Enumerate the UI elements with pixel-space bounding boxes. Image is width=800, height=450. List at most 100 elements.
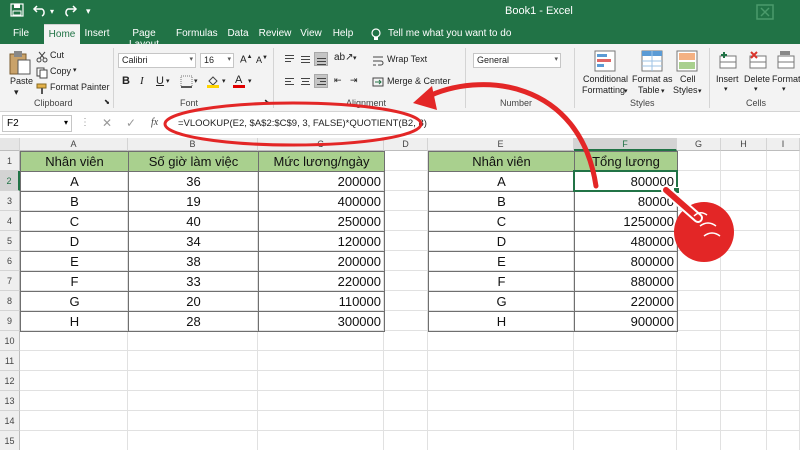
- cell-b6[interactable]: 38: [128, 251, 259, 272]
- cell-a5[interactable]: D: [20, 231, 129, 252]
- column-header-c[interactable]: C: [258, 138, 384, 151]
- row-header-5[interactable]: 5: [0, 231, 20, 251]
- cell-e3[interactable]: B: [428, 191, 575, 212]
- row-header-3[interactable]: 3: [0, 191, 20, 211]
- cell-styles-icon[interactable]: [676, 50, 698, 77]
- font-color-icon[interactable]: A: [232, 73, 246, 93]
- undo-dropdown-icon[interactable]: ▾: [50, 7, 54, 16]
- cell-e8[interactable]: G: [428, 291, 575, 312]
- select-all-corner[interactable]: [0, 138, 20, 151]
- cell-a4[interactable]: C: [20, 211, 129, 232]
- cell-b4[interactable]: 40: [128, 211, 259, 232]
- underline-button[interactable]: U: [156, 75, 164, 87]
- cell-f5[interactable]: 480000: [574, 231, 678, 252]
- cell-a3[interactable]: B: [20, 191, 129, 212]
- table-label[interactable]: Table: [638, 85, 660, 95]
- increase-indent-icon[interactable]: ⇥: [350, 75, 358, 86]
- fill-color-dropdown-icon[interactable]: ▾: [222, 77, 226, 85]
- undo-icon[interactable]: [32, 3, 48, 20]
- cell-e4[interactable]: C: [428, 211, 575, 232]
- cell-b1[interactable]: Số giờ làm việc: [128, 151, 259, 172]
- conditional-formatting-icon[interactable]: [594, 50, 616, 77]
- tell-me-search[interactable]: Tell me what you want to do: [388, 24, 528, 44]
- column-header-i[interactable]: I: [767, 138, 800, 151]
- orientation-icon[interactable]: ab↗: [334, 52, 354, 63]
- cell-c1[interactable]: Mức lương/ngày: [258, 151, 385, 172]
- formatting-label[interactable]: Formatting: [582, 85, 625, 95]
- orientation-dropdown-icon[interactable]: ▾: [353, 54, 357, 62]
- tab-view[interactable]: View: [298, 24, 324, 44]
- paste-label[interactable]: Paste: [10, 76, 33, 86]
- delete-cells-icon[interactable]: [748, 50, 768, 75]
- merge-center-icon[interactable]: [372, 75, 384, 93]
- conditional-label[interactable]: Conditional: [583, 74, 628, 84]
- format-painter-label[interactable]: Format Painter: [50, 82, 110, 92]
- cell-f1[interactable]: Tổng lương: [574, 151, 678, 172]
- decrease-font-icon[interactable]: A▼: [256, 55, 268, 65]
- italic-button[interactable]: I: [140, 75, 144, 87]
- column-header-a[interactable]: A: [20, 138, 128, 151]
- tab-review[interactable]: Review: [258, 24, 292, 44]
- format-dropdown-icon[interactable]: ▾: [782, 85, 786, 93]
- cut-label[interactable]: Cut: [50, 50, 64, 60]
- cell-f7[interactable]: 880000: [574, 271, 678, 292]
- cell-c8[interactable]: 110000: [258, 291, 385, 312]
- cell-f3[interactable]: 80000: [574, 191, 678, 212]
- cell-b2[interactable]: 36: [128, 171, 259, 192]
- insert-cells-icon[interactable]: [718, 50, 738, 75]
- bold-button[interactable]: B: [122, 75, 130, 87]
- cell-c6[interactable]: 200000: [258, 251, 385, 272]
- underline-dropdown-icon[interactable]: ▾: [166, 77, 170, 85]
- column-header-g[interactable]: G: [677, 138, 721, 151]
- format-label[interactable]: Format: [772, 74, 800, 84]
- middle-align-button[interactable]: [298, 52, 312, 66]
- column-header-f[interactable]: F: [574, 138, 677, 151]
- bottom-align-button[interactable]: [314, 52, 328, 66]
- tab-file[interactable]: File: [8, 24, 34, 44]
- wrap-text-icon[interactable]: [372, 54, 384, 72]
- delete-dropdown-icon[interactable]: ▾: [754, 85, 758, 93]
- font-size-select[interactable]: 16 ▾: [200, 53, 234, 68]
- cell-b9[interactable]: 28: [128, 311, 259, 332]
- cell-e7[interactable]: F: [428, 271, 575, 292]
- cell-c2[interactable]: 200000: [258, 171, 385, 192]
- cell-a9[interactable]: H: [20, 311, 129, 332]
- cell-f6[interactable]: 800000: [574, 251, 678, 272]
- row-header-13[interactable]: 13: [0, 391, 20, 411]
- column-header-e[interactable]: E: [428, 138, 574, 151]
- row-header-12[interactable]: 12: [0, 371, 20, 391]
- cell-a6[interactable]: E: [20, 251, 129, 272]
- more-options-icon[interactable]: ⋮: [80, 117, 90, 128]
- conditional-dropdown-icon[interactable]: ▾: [624, 87, 628, 95]
- cell-a2[interactable]: A: [20, 171, 129, 192]
- font-name-select[interactable]: Calibri ▾: [118, 53, 196, 68]
- tab-help[interactable]: Help: [330, 24, 356, 44]
- format-table-dropdown-icon[interactable]: ▾: [661, 87, 665, 95]
- align-right-button[interactable]: [314, 74, 328, 88]
- clipboard-launcher-icon[interactable]: ⬊: [104, 98, 110, 106]
- cell-a1[interactable]: Nhân viên: [20, 151, 129, 172]
- column-header-b[interactable]: B: [128, 138, 258, 151]
- tab-page-layout[interactable]: Page Layout: [118, 24, 170, 50]
- fill-color-icon[interactable]: [206, 74, 220, 93]
- number-format-select[interactable]: General ▾: [473, 53, 561, 68]
- row-header-14[interactable]: 14: [0, 411, 20, 431]
- tab-formulas[interactable]: Formulas: [176, 24, 218, 44]
- copy-dropdown-icon[interactable]: ▾: [73, 66, 77, 74]
- format-as-table-icon[interactable]: [641, 50, 663, 77]
- cell-styles-dropdown-icon[interactable]: ▾: [698, 87, 702, 95]
- cell-c4[interactable]: 250000: [258, 211, 385, 232]
- cell-c5[interactable]: 120000: [258, 231, 385, 252]
- align-center-button[interactable]: [298, 74, 312, 88]
- wrap-text-label[interactable]: Wrap Text: [387, 54, 427, 64]
- save-icon[interactable]: [10, 3, 24, 20]
- merge-center-label[interactable]: Merge & Center: [387, 76, 451, 86]
- redo-icon[interactable]: [62, 3, 78, 20]
- cell-b5[interactable]: 34: [128, 231, 259, 252]
- cell-f4[interactable]: 1250000: [574, 211, 678, 232]
- cell-c7[interactable]: 220000: [258, 271, 385, 292]
- borders-icon[interactable]: [180, 75, 193, 93]
- cell-f8[interactable]: 220000: [574, 291, 678, 312]
- paste-dropdown-icon[interactable]: ▾: [14, 87, 19, 98]
- cell-c3[interactable]: 400000: [258, 191, 385, 212]
